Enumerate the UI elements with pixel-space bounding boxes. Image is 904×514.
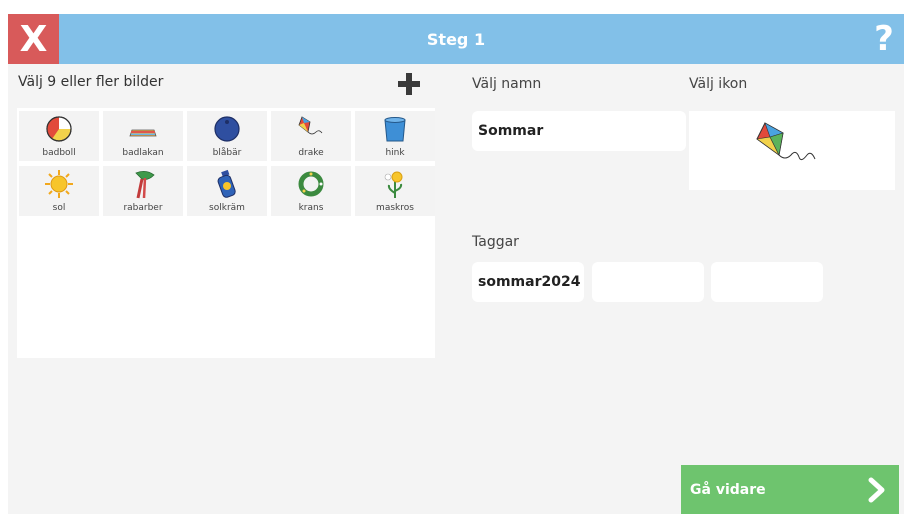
continue-button-label: Gå vidare (690, 481, 766, 498)
continue-button[interactable]: Gå vidare (681, 465, 899, 514)
image-tile-badlakan[interactable]: badlakan (103, 111, 183, 161)
towel-icon (129, 129, 157, 137)
image-label: solkräm (209, 203, 245, 213)
close-button[interactable]: X (8, 14, 59, 64)
image-label: maskros (376, 203, 414, 213)
blueberry-icon (214, 116, 240, 142)
add-image-button[interactable] (396, 71, 422, 97)
image-label: hink (385, 148, 405, 158)
image-label: krans (298, 203, 324, 213)
tag-value: sommar2024 (478, 274, 581, 290)
dandelion-icon (384, 171, 403, 198)
sunscreen-icon (217, 169, 236, 198)
image-tile-hink[interactable]: hink (355, 111, 435, 161)
plus-icon (398, 73, 420, 95)
image-tile-drake[interactable]: drake (271, 111, 351, 161)
image-tile-krans[interactable]: krans (271, 166, 351, 216)
image-label: sol (52, 203, 66, 213)
image-tile-sol[interactable]: sol (19, 166, 99, 216)
rhubarb-icon (135, 171, 155, 199)
kite-icon (756, 122, 816, 161)
image-label: badboll (42, 148, 76, 158)
image-tile-solkram[interactable]: solkräm (187, 166, 267, 216)
bucket-icon (384, 117, 406, 142)
top-bar: Steg 1 X ? (8, 14, 904, 64)
icon-label: Välj ikon (689, 76, 748, 92)
image-tile-maskros[interactable]: maskros (355, 166, 435, 216)
name-input[interactable]: Sommar (472, 111, 686, 151)
image-label: badlakan (122, 148, 164, 158)
wreath-icon (298, 171, 324, 197)
image-tile-blabar[interactable]: blåbär (187, 111, 267, 161)
help-button[interactable]: ? (864, 14, 904, 64)
image-tile-badboll[interactable]: badboll (19, 111, 99, 161)
image-grid: badboll badlakan blåbär drake hink sol r… (17, 108, 435, 358)
image-tile-rabarber[interactable]: rabarber (103, 166, 183, 216)
image-label: rabarber (123, 203, 163, 213)
image-label: drake (298, 148, 324, 158)
sun-icon (45, 170, 73, 198)
kite-icon (298, 116, 323, 135)
app-window: Steg 1 X ? Välj 9 eller fler bilder badb… (8, 14, 904, 514)
tag-input-3[interactable] (711, 262, 823, 302)
beach-ball-icon (46, 116, 72, 142)
name-label: Välj namn (472, 76, 542, 92)
chevron-right-icon (868, 477, 885, 503)
page-title: Steg 1 (426, 29, 486, 49)
tag-input-2[interactable] (592, 262, 704, 302)
tags-label: Taggar (472, 234, 519, 250)
name-input-value: Sommar (478, 123, 544, 139)
image-label: blåbär (212, 148, 242, 158)
icon-picker[interactable] (689, 111, 895, 190)
tag-input-1[interactable]: sommar2024 (472, 262, 584, 302)
select-images-label: Välj 9 eller fler bilder (18, 74, 164, 90)
